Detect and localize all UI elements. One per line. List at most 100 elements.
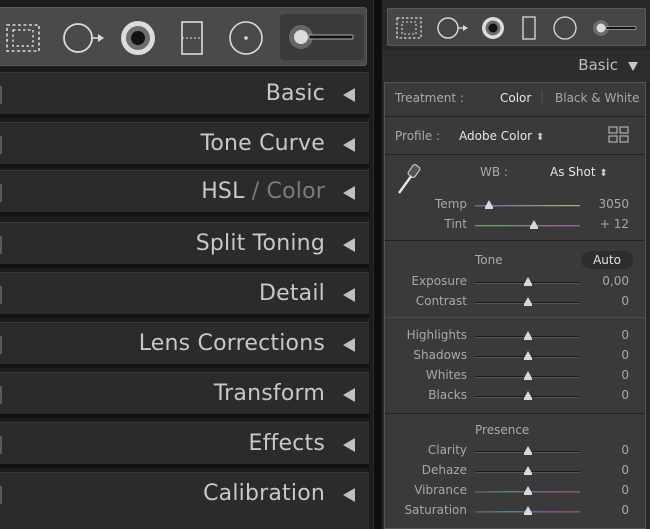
temp-value[interactable]: 3050 [585,197,629,211]
collapse-triangle-icon[interactable] [343,388,355,402]
saturation-value[interactable]: 0 [585,503,629,517]
tint-label: Tint [444,217,467,231]
highlights-slider-thumb[interactable] [523,331,532,340]
tint-value[interactable]: + 12 [585,217,629,231]
treatment-bw-option[interactable]: Black & White [555,91,639,105]
radial-filter-icon[interactable] [550,9,580,47]
treatment-separator: | [540,90,545,104]
divider [385,240,645,241]
blacks-slider-thumb[interactable] [523,391,532,400]
whites-slider-thumb[interactable] [523,371,532,380]
shadows-label: Shadows [413,348,467,362]
panel-label: Effects [248,431,325,456]
wb-label: WB : [480,165,508,179]
panel-header-effects[interactable]: Effects [0,422,369,468]
panel-divider [373,0,382,529]
temp-label: Temp [435,197,467,211]
graduated-filter-icon[interactable] [172,8,212,67]
red-eye-icon[interactable] [478,9,508,47]
collapse-triangle-icon[interactable] [343,88,355,102]
exposure-slider-thumb[interactable] [523,277,532,286]
shadows-slider-thumb[interactable] [523,351,532,360]
basic-panel-header[interactable]: Basic [382,50,650,82]
panel-header-basic[interactable]: Basic [0,72,369,118]
tool-strip-right [387,8,646,46]
treatment-color-option[interactable]: Color [500,91,531,105]
panel-label: Basic [265,81,325,106]
clarity-value[interactable]: 0 [585,443,629,457]
collapse-triangle-icon[interactable] [343,238,355,252]
profile-browser-grid-icon[interactable] [608,126,630,148]
collapse-triangle-icon[interactable] [343,186,355,200]
panel-header-tone-curve[interactable]: Tone Curve [0,122,369,168]
panel-header-calibration[interactable]: Calibration [0,472,369,529]
collapse-triangle-icon[interactable] [343,138,355,152]
whites-value[interactable]: 0 [585,368,629,382]
contrast-label: Contrast [415,294,467,308]
white-balance-eyedropper-icon[interactable] [395,161,423,201]
panel-label: Tone Curve [200,131,325,156]
left-panel-column: Basic Tone Curve HSL / Color Split Tonin… [0,0,373,529]
temp-slider-thumb[interactable] [484,200,493,209]
highlights-slider[interactable] [475,331,580,340]
dehaze-slider-thumb[interactable] [523,466,532,475]
clarity-slider-thumb[interactable] [523,446,532,455]
tint-slider[interactable] [475,220,580,229]
profile-dropdown[interactable]: Adobe Color ⬍ [459,129,544,143]
panel-header-lens-corrections[interactable]: Lens Corrections [0,322,369,368]
dehaze-slider[interactable] [475,466,580,475]
blacks-value[interactable]: 0 [585,388,629,402]
adjustment-brush-icon[interactable] [588,9,642,47]
spot-removal-icon[interactable] [58,8,110,67]
highlights-label: Highlights [406,328,467,342]
expand-triangle-icon[interactable] [628,62,638,71]
vibrance-slider-thumb[interactable] [523,486,532,495]
dehaze-value[interactable]: 0 [585,463,629,477]
auto-tone-button[interactable]: Auto [581,251,633,269]
contrast-slider[interactable] [475,297,580,306]
blacks-label: Blacks [428,388,467,402]
panel-header-split-toning[interactable]: Split Toning [0,222,369,268]
divider [385,154,645,155]
contrast-value[interactable]: 0 [585,294,629,308]
crop-overlay-icon[interactable] [392,9,426,47]
shadows-value[interactable]: 0 [585,348,629,362]
panel-header-hsl-color[interactable]: HSL / Color [0,170,369,216]
radial-filter-icon[interactable] [224,8,268,67]
vibrance-slider[interactable] [475,486,580,495]
exposure-slider[interactable] [475,277,580,286]
vibrance-label: Vibrance [414,483,467,497]
shadows-slider[interactable] [475,351,580,360]
panel-header-detail[interactable]: Detail [0,272,369,318]
tint-slider-thumb[interactable] [529,220,538,229]
spot-removal-icon[interactable] [434,9,472,47]
contrast-slider-thumb[interactable] [523,297,532,306]
temp-slider[interactable] [475,200,580,209]
whites-slider[interactable] [475,371,580,380]
exposure-value[interactable]: 0,00 [585,274,629,288]
highlights-value[interactable]: 0 [585,328,629,342]
collapse-triangle-icon[interactable] [343,288,355,302]
profile-label: Profile : [395,129,441,143]
saturation-slider[interactable] [475,506,580,515]
collapse-triangle-icon[interactable] [343,338,355,352]
graduated-filter-icon[interactable] [516,9,542,47]
collapse-triangle-icon[interactable] [343,488,355,502]
crop-overlay-icon[interactable] [2,8,44,67]
panel-label: HSL / Color [201,179,325,204]
panel-label: Calibration [203,481,325,506]
exposure-label: Exposure [411,274,467,288]
collapse-triangle-icon[interactable] [343,438,355,452]
adjustment-brush-icon[interactable] [280,14,364,60]
panel-header-transform[interactable]: Transform [0,372,369,418]
tone-section-label: Tone [475,253,503,267]
divider [385,116,645,117]
clarity-slider[interactable] [475,446,580,455]
vibrance-value[interactable]: 0 [585,483,629,497]
divider [385,317,645,318]
blacks-slider[interactable] [475,391,580,400]
red-eye-icon[interactable] [116,8,160,67]
panel-edge [0,136,2,154]
wb-dropdown[interactable]: As Shot ⬍ [550,165,608,179]
saturation-slider-thumb[interactable] [523,506,532,515]
